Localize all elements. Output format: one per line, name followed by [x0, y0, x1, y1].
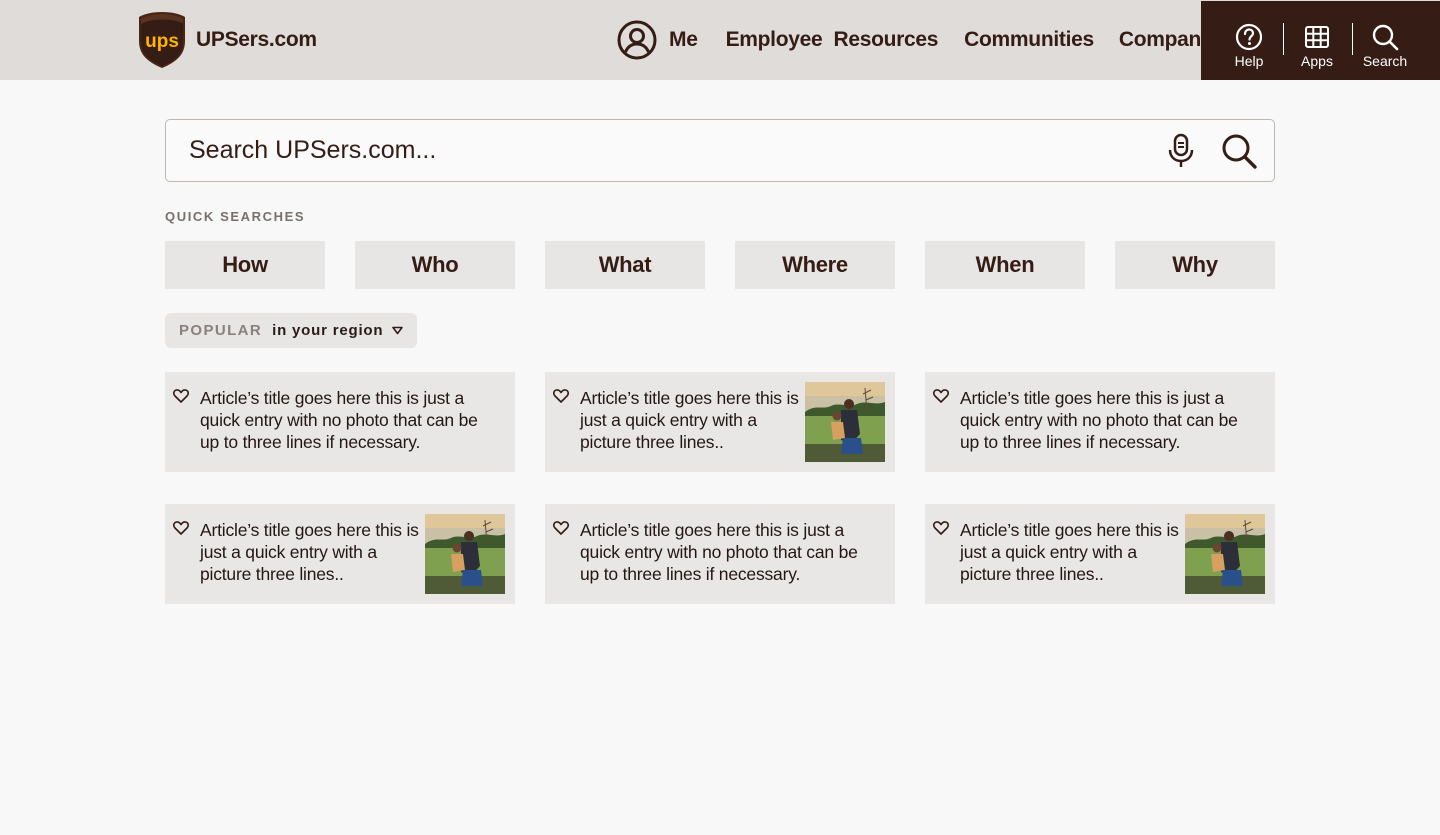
heart-icon[interactable] [173, 520, 189, 536]
article-title: Article’s title goes here this is just a… [200, 388, 478, 452]
utility-bar: Help Apps Search [1201, 1, 1440, 80]
search-box [165, 119, 1275, 182]
main-nav: Me Employee Resources Communities Compan… [617, 20, 1213, 60]
nav-company[interactable]: Company [1119, 28, 1213, 52]
help-button[interactable]: Help [1235, 1, 1263, 80]
article-card[interactable]: Article’s title goes here this is just a… [545, 504, 895, 604]
quick-search-how[interactable]: How [165, 241, 325, 289]
quick-search-what[interactable]: What [545, 241, 705, 289]
quick-searches-heading: QUICK SEARCHES [165, 209, 306, 224]
search-label: Search [1362, 53, 1408, 69]
article-thumbnail [805, 382, 885, 462]
heart-icon[interactable] [933, 388, 949, 404]
nav-me[interactable]: Me [617, 20, 698, 60]
chevron-down-icon [392, 326, 404, 335]
article-thumbnail [425, 514, 505, 594]
quick-search-when[interactable]: When [925, 241, 1085, 289]
apps-button[interactable]: Apps [1301, 1, 1333, 80]
popular-region-dropdown[interactable]: POPULAR in your region [165, 313, 417, 348]
apps-label: Apps [1301, 53, 1333, 69]
article-card[interactable]: Article’s title goes here this is just a… [925, 372, 1275, 472]
nav-me-label: Me [669, 28, 698, 51]
article-title: Article’s title goes here this is just a… [960, 388, 1238, 452]
nav-employee-resources[interactable]: Employee Resources [726, 28, 939, 52]
svg-text:ups: ups [145, 31, 179, 52]
search-icon [1372, 24, 1399, 51]
article-title: Article’s title goes here this is just a… [960, 520, 1179, 584]
article-card[interactable]: Article’s title goes here this is just a… [925, 504, 1275, 604]
user-circle-icon [617, 20, 657, 60]
nav-communities[interactable]: Communities [964, 28, 1094, 52]
article-card[interactable]: Article’s title goes here this is just a… [545, 372, 895, 472]
article-card[interactable]: Article’s title goes here this is just a… [165, 372, 515, 472]
ups-logo-link[interactable]: ups UPSers.com [138, 11, 317, 69]
microphone-icon[interactable] [1166, 133, 1196, 169]
article-thumbnail [1185, 514, 1265, 594]
quick-search-why[interactable]: Why [1115, 241, 1275, 289]
article-title: Article’s title goes here this is just a… [200, 520, 419, 584]
ups-shield-logo: ups [139, 12, 185, 68]
heart-icon[interactable] [553, 520, 569, 536]
article-title: Article’s title goes here this is just a… [580, 520, 858, 584]
apps-grid-icon [1305, 26, 1329, 48]
help-label: Help [1234, 53, 1264, 69]
help-icon [1235, 23, 1263, 51]
site-header: ups UPSers.com Me Employee Resources Com… [0, 0, 1440, 80]
utility-divider [1283, 23, 1284, 55]
brand-name: UPSers.com [196, 28, 317, 51]
quick-search-where[interactable]: Where [735, 241, 895, 289]
region-label: in your region [272, 322, 384, 339]
article-title: Article’s title goes here this is just a… [580, 388, 799, 452]
header-search-button[interactable]: Search [1363, 1, 1407, 80]
search-input[interactable] [189, 120, 1129, 181]
search-submit-icon[interactable] [1220, 132, 1258, 170]
heart-icon[interactable] [553, 388, 569, 404]
quick-search-who[interactable]: Who [355, 241, 515, 289]
utility-divider [1352, 23, 1353, 55]
article-card[interactable]: Article’s title goes here this is just a… [165, 504, 515, 604]
popular-label: POPULAR [179, 322, 263, 339]
heart-icon[interactable] [933, 520, 949, 536]
heart-icon[interactable] [173, 388, 189, 404]
